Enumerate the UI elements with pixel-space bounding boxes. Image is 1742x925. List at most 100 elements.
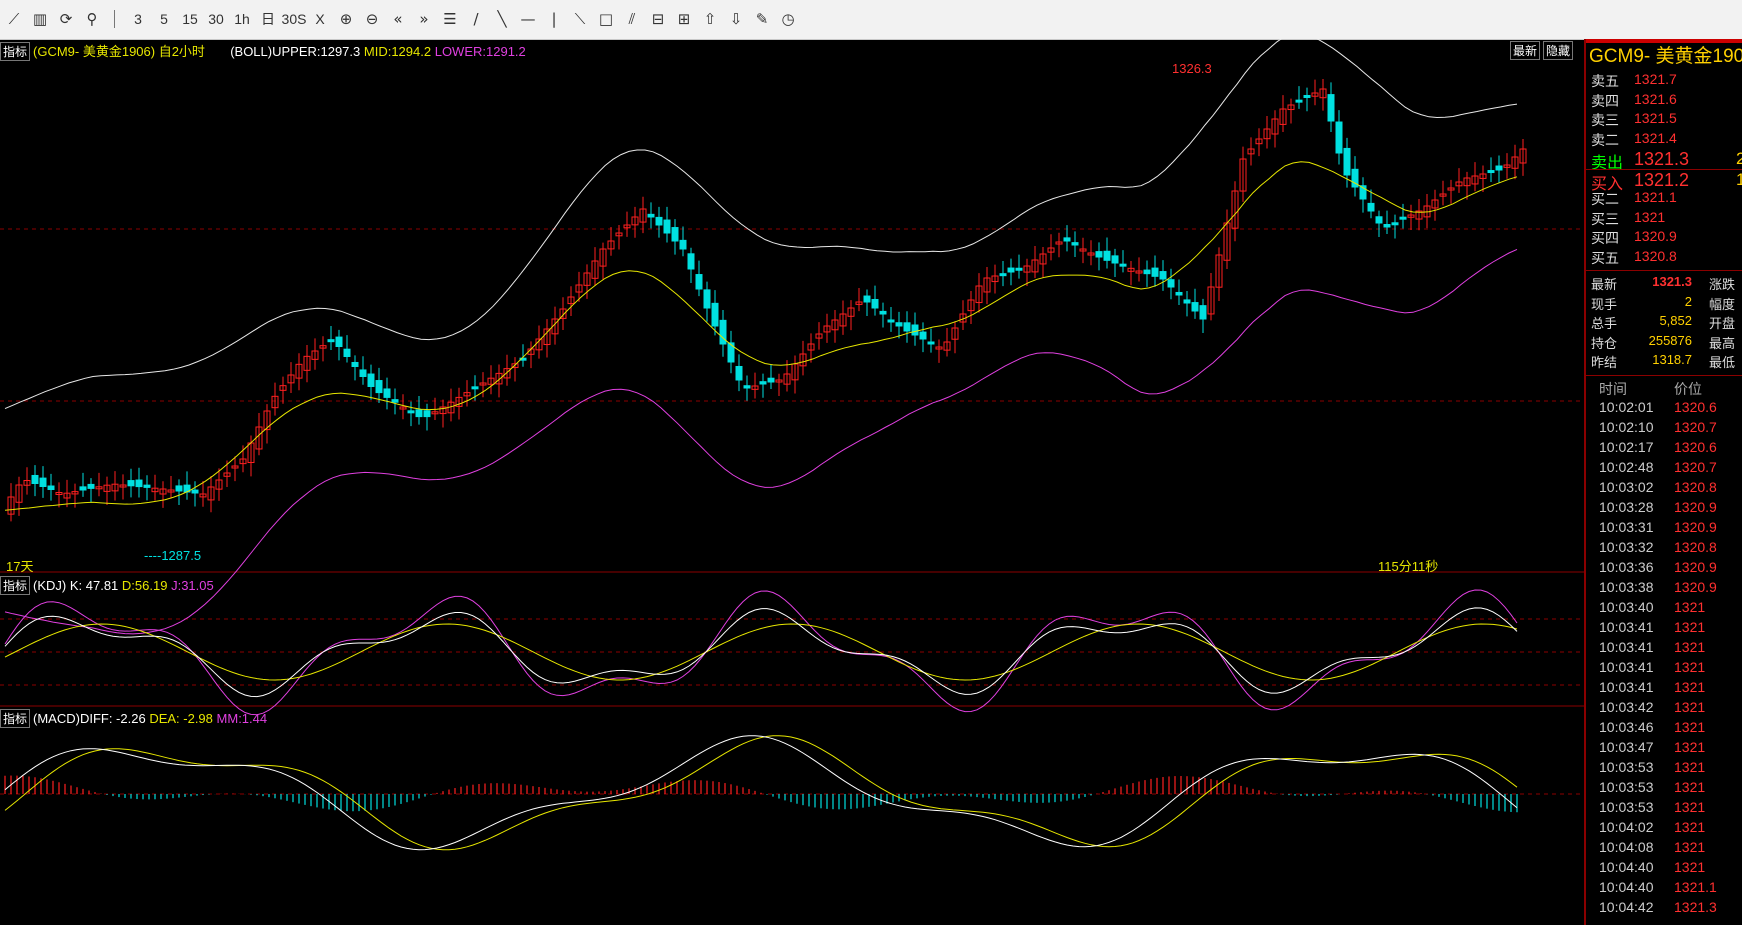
candle-body <box>735 365 743 381</box>
tick-price: 1320.9 <box>1674 518 1717 535</box>
candle-body <box>39 477 47 487</box>
clock-icon[interactable]: ◷ <box>776 7 800 31</box>
candle-body <box>1015 267 1023 271</box>
chart-toolbar: ⟋ ▥ ⟳ ⚲ 3 5 15 30 1h 日 30S X ⊕ ⊖ «» ☰ / ╲ — | ⟍ □ ⫽ ⊟ ⊞ ⇧ ⇩ ✎ ◷ <box>0 0 1742 40</box>
ask-row-label: 卖三 <box>1591 112 1619 128</box>
candle-body <box>679 239 687 250</box>
tick-time: 10:03:41 <box>1599 638 1654 655</box>
text-icon[interactable]: ⊟ <box>646 7 670 31</box>
bid-row-label: 买三 <box>1591 210 1619 227</box>
refresh-icon[interactable]: ⟳ <box>54 7 78 31</box>
period-15-button[interactable]: 15 <box>178 7 202 31</box>
period-X-button[interactable]: X <box>308 7 332 31</box>
macd-indicator-button[interactable]: 指标 <box>0 709 31 728</box>
period-1h-button[interactable]: 1h <box>230 7 254 31</box>
stat-label: 最新 <box>1591 277 1618 292</box>
scroll-left-icon[interactable]: « <box>386 7 410 31</box>
bid-row: 买二 1321.1 <box>1586 189 1742 209</box>
candle-body <box>367 373 375 388</box>
sell-price-row: 卖出 1321.3 2 <box>1586 149 1742 172</box>
zoom-in-icon[interactable]: ⊕ <box>334 7 358 31</box>
stat-value: 1318.7 <box>1652 352 1692 367</box>
latest-button[interactable]: 最新 <box>1510 41 1541 60</box>
period-3-button[interactable]: 3 <box>126 7 150 31</box>
period-日-button[interactable]: 日 <box>256 7 280 31</box>
arrow-up-icon[interactable]: ⇧ <box>698 7 722 31</box>
indicator-button[interactable]: 指标 <box>0 42 31 61</box>
candle-body <box>1383 224 1391 228</box>
candle-body <box>1159 271 1167 280</box>
candle-body <box>1071 242 1079 246</box>
tick-time: 10:04:40 <box>1599 878 1654 895</box>
tick-row: 10:04:40 1321 <box>1586 859 1742 879</box>
candle-body <box>143 484 151 488</box>
period-30-button[interactable]: 30 <box>204 7 228 31</box>
candle-body <box>887 319 895 323</box>
instrument-title: (GCM9- 美黄金1906) 自2小时 <box>33 44 205 59</box>
ask-row: 卖三 1321.5 <box>1586 110 1742 130</box>
draw-segment-icon[interactable]: ⟍ <box>568 7 592 31</box>
tick-price: 1321.3 <box>1674 898 1717 915</box>
list-icon[interactable]: ☰ <box>438 7 462 31</box>
tick-time: 10:02:48 <box>1599 458 1654 475</box>
abc-icon[interactable]: ⊞ <box>672 7 696 31</box>
pencil-icon[interactable]: ✎ <box>750 7 774 31</box>
tick-price: 1320.6 <box>1674 438 1717 455</box>
ask-row: 卖二 1321.4 <box>1586 130 1742 150</box>
period-5-button[interactable]: 5 <box>152 7 176 31</box>
candle-body <box>327 339 335 343</box>
candle-body <box>671 227 679 242</box>
tick-time: 10:02:01 <box>1599 398 1654 415</box>
candle-body <box>711 302 719 327</box>
tick-price: 1321 <box>1674 698 1706 715</box>
tick-time: 10:03:41 <box>1599 658 1654 675</box>
period-30S-button[interactable]: 30S <box>282 7 307 31</box>
candle-body <box>79 486 87 491</box>
tick-row: 10:02:48 1320.7 <box>1586 459 1742 479</box>
candle-body <box>1375 216 1383 224</box>
ask-row-label: 卖四 <box>1591 92 1619 109</box>
tick-time: 10:03:28 <box>1599 498 1654 515</box>
zoom-tool-icon[interactable]: ⚲ <box>80 7 104 31</box>
scroll-right-icon[interactable]: » <box>412 7 436 31</box>
stat-label: 现手 <box>1591 296 1618 312</box>
candle-body <box>647 213 655 218</box>
tick-price: 1320.7 <box>1674 458 1717 475</box>
tick-row: 10:03:41 1321 <box>1586 639 1742 659</box>
panel-divider <box>1586 270 1742 271</box>
kline-chart-svg[interactable] <box>0 39 1584 925</box>
candle-body <box>1183 299 1191 304</box>
tick-row: 10:02:10 1320.7 <box>1586 419 1742 439</box>
arrow-down-icon[interactable]: ⇩ <box>724 7 748 31</box>
draw-horizontal-icon[interactable]: — <box>516 7 540 31</box>
bid-row-label: 买二 <box>1591 191 1619 207</box>
macd-dea-line <box>4 735 1518 851</box>
tick-price: 1321 <box>1674 838 1706 855</box>
draw-parallel-icon[interactable]: ⫽ <box>620 7 644 31</box>
tick-row: 10:03:41 1321 <box>1586 619 1742 639</box>
draw-ray-icon[interactable]: ╲ <box>490 7 514 31</box>
draw-line-icon[interactable]: / <box>464 7 488 31</box>
draw-vertical-icon[interactable]: | <box>542 7 566 31</box>
candle-body <box>135 479 143 488</box>
hide-button[interactable]: 隐藏 <box>1543 41 1574 60</box>
main-indicator-header: 指标 (GCM9- 美黄金1906) 自2小时 (BOLL)UPPER:1297.… <box>0 41 526 61</box>
bid-row-price: 1321 <box>1634 208 1666 225</box>
candle-body <box>47 485 55 490</box>
tick-row: 10:04:42 1321.3 <box>1586 899 1742 919</box>
period-days-label: 17天 <box>6 559 34 574</box>
macd-header: 指标 (MACD)DIFF: -2.26 DEA: -2.98 MM:1.44 <box>0 709 267 728</box>
kdj-indicator-button[interactable]: 指标 <box>0 576 31 595</box>
line-chart-icon[interactable]: ⟋ <box>2 7 26 31</box>
bars-icon[interactable]: ▥ <box>28 7 52 31</box>
zoom-out-icon[interactable]: ⊖ <box>360 7 384 31</box>
chart-area[interactable]: 指标 (GCM9- 美黄金1906) 自2小时 (BOLL)UPPER:1297.… <box>0 39 1584 925</box>
bid-row-label: 买四 <box>1591 230 1619 246</box>
boll-lower-line <box>4 248 1518 635</box>
kdj-d: D:56.19 <box>121 578 168 593</box>
candle-body <box>407 410 415 414</box>
kdj-j: J:31.05 <box>171 578 214 593</box>
candle-body <box>695 274 703 290</box>
draw-rect-icon[interactable]: □ <box>594 7 618 31</box>
kdj-name: (KDJ) <box>33 578 67 593</box>
